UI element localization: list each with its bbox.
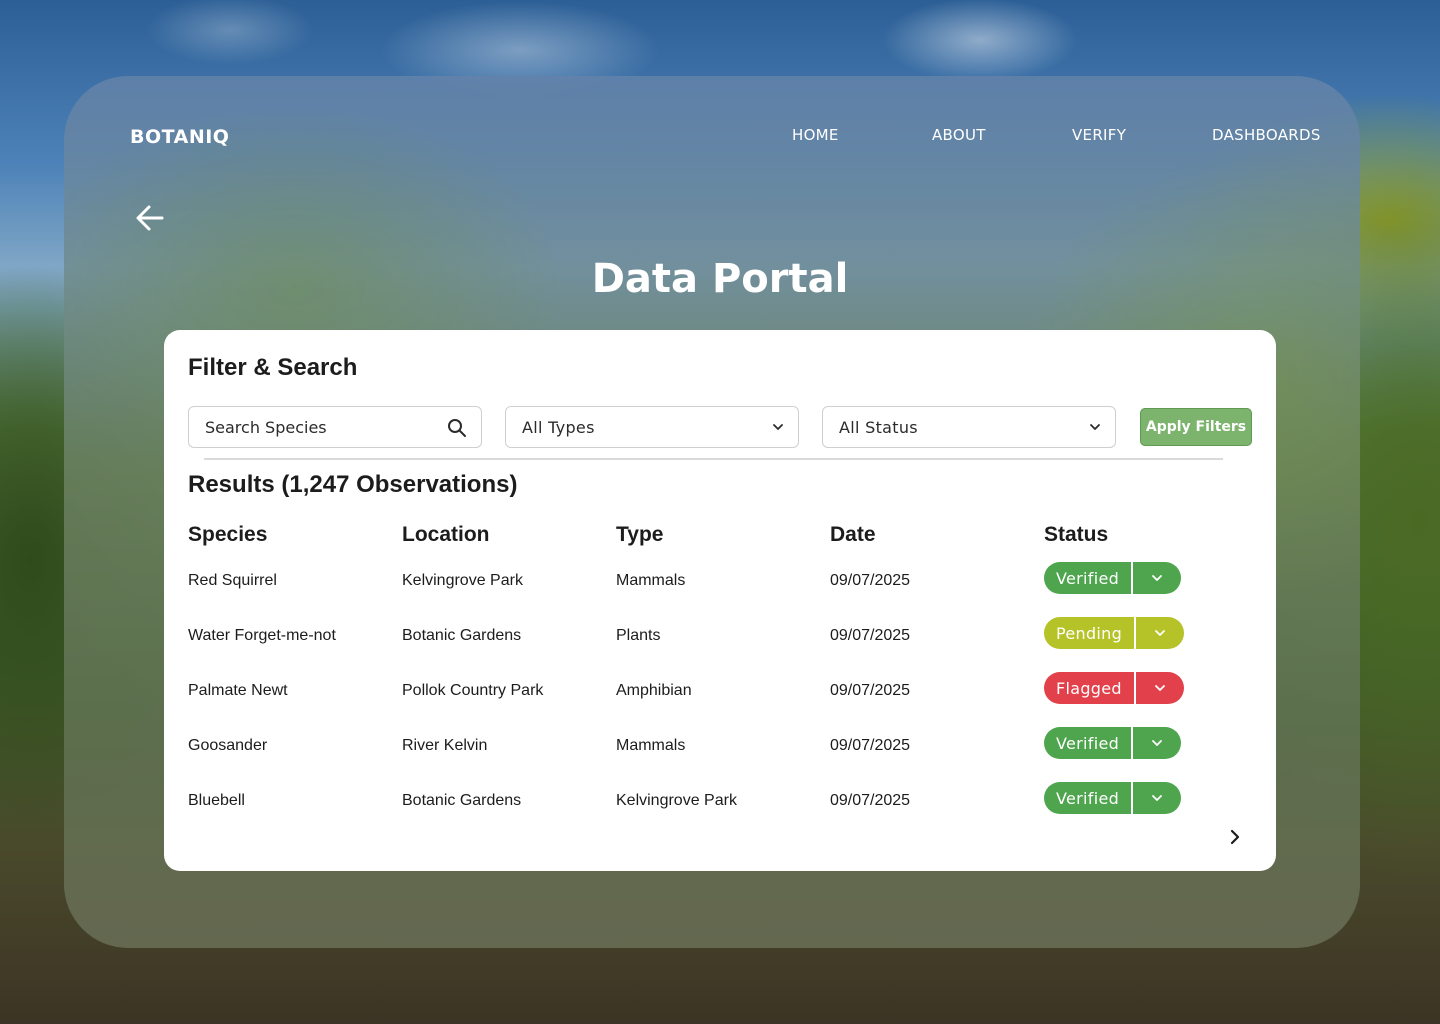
- status-dropdown-toggle[interactable]: [1135, 672, 1184, 704]
- next-page-button[interactable]: [1224, 826, 1246, 848]
- cell-type: Amphibian: [616, 682, 692, 699]
- status-dropdown[interactable]: Pending: [1044, 617, 1185, 649]
- results-heading: Results (1,247 Observations): [188, 471, 518, 498]
- cell-type: Plants: [616, 627, 661, 644]
- chevron-down-icon: [1154, 685, 1165, 691]
- cell-type: Mammals: [616, 737, 686, 754]
- cell-species: Bluebell: [188, 792, 245, 809]
- status-select[interactable]: All Status: [822, 406, 1116, 448]
- type-select[interactable]: All Types: [505, 406, 799, 448]
- filter-results-card: Filter & Search All Types All Status App…: [164, 330, 1276, 871]
- brand-logo[interactable]: BOTANIQ: [130, 126, 229, 148]
- cell-type: Mammals: [616, 572, 686, 589]
- status-select-value: All Status: [839, 417, 918, 437]
- cell-type: Kelvingrove Park: [616, 792, 737, 809]
- divider: [204, 458, 1223, 460]
- chevron-down-icon: [1155, 630, 1165, 636]
- table-row[interactable]: Palmate Newt Pollok Country Park Amphibian…: [164, 672, 1276, 722]
- column-header-location: Location: [402, 523, 490, 546]
- filter-heading: Filter & Search: [188, 354, 358, 381]
- chevron-down-icon: [1152, 740, 1162, 746]
- cell-species: Red Squirrel: [188, 572, 277, 589]
- cell-location: Kelvingrove Park: [402, 572, 523, 589]
- nav-dashboards[interactable]: DASHBOARDS: [1212, 126, 1321, 144]
- status-dropdown-toggle[interactable]: [1133, 727, 1182, 759]
- chevron-down-icon: [773, 424, 783, 430]
- cell-date: 09/07/2025: [830, 627, 911, 644]
- status-badge[interactable]: Verified: [1044, 782, 1132, 814]
- cell-species: Palmate Newt: [188, 682, 288, 699]
- table-row[interactable]: Red Squirrel Kelvingrove Park Mammals 09/07…: [164, 562, 1276, 612]
- cell-location: River Kelvin: [402, 737, 488, 754]
- column-header-date: Date: [830, 523, 876, 546]
- status-dropdown-toggle[interactable]: [1133, 782, 1182, 814]
- cell-location: Botanic Gardens: [402, 627, 522, 644]
- status-dropdown[interactable]: Flagged: [1044, 672, 1184, 704]
- cell-date: 09/07/2025: [830, 737, 911, 754]
- search-input[interactable]: [205, 417, 435, 437]
- status-badge[interactable]: Verified: [1044, 562, 1132, 594]
- cell-location: Botanic Gardens: [402, 792, 522, 809]
- nav-verify[interactable]: VERIFY: [1072, 126, 1126, 144]
- search-field[interactable]: [188, 406, 482, 448]
- apply-filters-button[interactable]: Apply Filters: [1140, 408, 1252, 446]
- cell-species: Water Forget-me-not: [188, 627, 336, 644]
- chevron-right-icon: [1230, 829, 1240, 845]
- status-badge[interactable]: Pending: [1044, 617, 1135, 649]
- cell-date: 09/07/2025: [830, 572, 911, 589]
- column-header-status: Status: [1044, 523, 1109, 546]
- cell-location: Pollok Country Park: [402, 682, 544, 699]
- status-badge[interactable]: Verified: [1044, 727, 1132, 759]
- nav-home[interactable]: HOME: [792, 126, 839, 144]
- search-icon[interactable]: [447, 418, 467, 438]
- column-header-type: Type: [616, 523, 664, 546]
- cell-date: 09/07/2025: [830, 682, 911, 699]
- nav-about[interactable]: ABOUT: [932, 126, 986, 144]
- back-button[interactable]: [134, 202, 168, 234]
- status-dropdown[interactable]: Verified: [1044, 562, 1182, 594]
- chevron-down-icon: [1090, 424, 1100, 430]
- column-header-species: Species: [188, 523, 268, 546]
- arrow-left-icon: [136, 205, 164, 231]
- status-dropdown[interactable]: Verified: [1044, 782, 1182, 814]
- cell-species: Goosander: [188, 737, 268, 754]
- table-row[interactable]: Water Forget-me-not Botanic Gardens Plants…: [164, 617, 1276, 667]
- status-dropdown-toggle[interactable]: [1136, 617, 1185, 649]
- page-title: Data Portal: [591, 256, 849, 302]
- status-badge[interactable]: Flagged: [1044, 672, 1134, 704]
- cell-date: 09/07/2025: [830, 792, 911, 809]
- table-row[interactable]: Bluebell Botanic Gardens Kelvingrove Park 0…: [164, 782, 1276, 832]
- status-dropdown-toggle[interactable]: [1133, 562, 1182, 594]
- table-row[interactable]: Goosander River Kelvin Mammals 09/07/2025 Ve…: [164, 727, 1276, 777]
- status-dropdown[interactable]: Verified: [1044, 727, 1182, 759]
- chevron-down-icon: [1152, 795, 1162, 801]
- type-select-value: All Types: [522, 417, 595, 437]
- chevron-down-icon: [1152, 575, 1162, 581]
